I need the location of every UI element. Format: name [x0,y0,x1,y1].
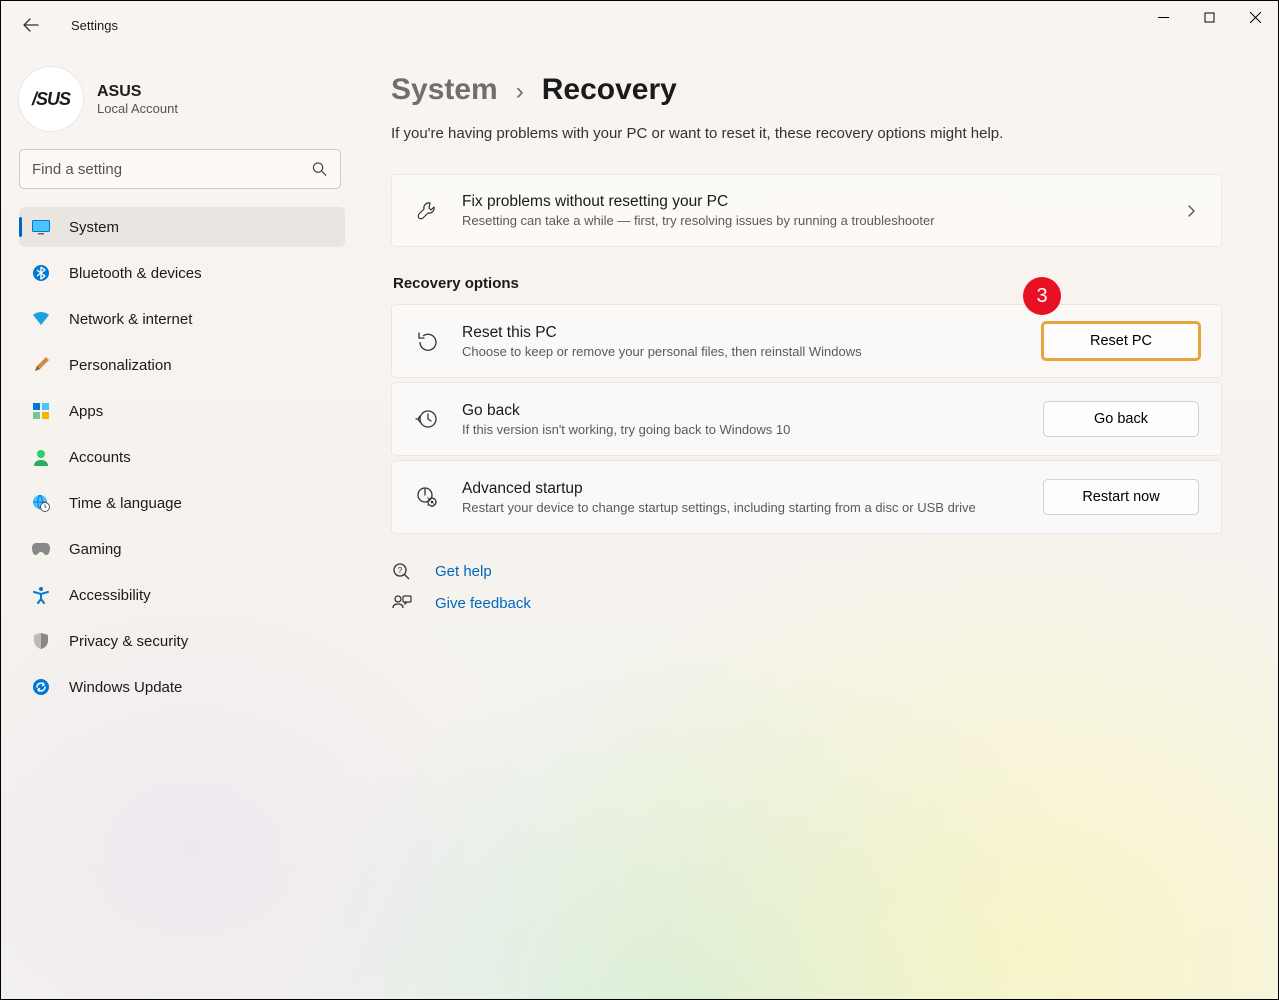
avatar-logo-text: /SUS [32,89,70,110]
sidebar-item-label: Personalization [69,357,172,374]
sidebar-item-privacy[interactable]: Privacy & security [19,621,345,661]
feedback-icon [391,594,413,612]
close-button[interactable] [1232,1,1278,33]
breadcrumb: System › Recovery [391,73,1222,107]
breadcrumb-root[interactable]: System [391,73,498,107]
sidebar-item-label: Gaming [69,541,122,558]
reset-pc-button[interactable]: Reset PC [1043,323,1199,359]
person-icon [31,447,51,467]
bluetooth-icon [31,263,51,283]
sidebar-item-label: Windows Update [69,679,182,696]
display-icon [31,217,51,237]
user-sub: Local Account [97,101,178,116]
fix-problems-card[interactable]: Fix problems without resetting your PC R… [391,174,1222,247]
minimize-button[interactable] [1140,1,1186,33]
card-sub: Choose to keep or remove your personal f… [462,344,1021,359]
sidebar-item-label: System [69,219,119,236]
sidebar-item-label: Accessibility [69,587,151,604]
sidebar-item-gaming[interactable]: Gaming [19,529,345,569]
card-title: Advanced startup [462,480,1021,498]
main-content: System › Recovery If you're having probl… [359,49,1278,999]
sidebar-item-accounts[interactable]: Accounts [19,437,345,477]
callout-badge: 3 [1023,277,1061,315]
get-help-link[interactable]: ? Get help [391,562,1222,580]
sidebar-item-label: Network & internet [69,311,192,328]
card-title: Reset this PC [462,324,1021,342]
avatar: /SUS [19,67,83,131]
apps-icon [31,401,51,421]
give-feedback-link[interactable]: Give feedback [391,594,1222,612]
sidebar-item-time[interactable]: Time & language [19,483,345,523]
svg-text:?: ? [398,566,403,575]
chevron-right-icon: › [516,78,524,106]
help-link-label: Get help [435,563,492,580]
maximize-icon [1204,12,1215,23]
update-icon [31,677,51,697]
reset-icon [414,330,440,352]
sidebar-item-apps[interactable]: Apps [19,391,345,431]
titlebar: Settings [1,1,1278,49]
app-title: Settings [71,18,118,33]
go-back-card: Go back If this version isn't working, t… [391,382,1222,456]
sidebar-item-system[interactable]: System [19,207,345,247]
wrench-icon [414,200,440,222]
help-link-label: Give feedback [435,595,531,612]
nav-list: System Bluetooth & devices Network & int… [19,207,345,707]
sidebar-item-accessibility[interactable]: Accessibility [19,575,345,615]
user-name: ASUS [97,83,178,101]
sidebar-item-label: Accounts [69,449,131,466]
sidebar-item-label: Bluetooth & devices [69,265,202,282]
go-back-button[interactable]: Go back [1043,401,1199,437]
card-title: Fix problems without resetting your PC [462,193,1161,211]
reset-pc-card: 3 Reset this PC Choose to keep or remove… [391,304,1222,378]
card-sub: Restart your device to change startup se… [462,500,982,515]
search-icon [312,162,327,177]
power-gear-icon [414,485,440,509]
card-sub: If this version isn't working, try going… [462,422,1021,437]
page-title: Recovery [542,73,677,107]
arrow-left-icon [23,17,39,33]
shield-icon [31,631,51,651]
accessibility-icon [31,585,51,605]
section-title: Recovery options [393,275,1222,292]
wifi-icon [31,309,51,329]
maximize-button[interactable] [1186,1,1232,33]
help-links: ? Get help Give feedback [391,562,1222,612]
sidebar-item-label: Privacy & security [69,633,188,650]
sidebar-item-label: Apps [69,403,103,420]
sidebar-item-network[interactable]: Network & internet [19,299,345,339]
card-title: Go back [462,402,1021,420]
gamepad-icon [31,539,51,559]
chevron-right-icon [1183,204,1199,218]
close-icon [1250,12,1261,23]
sidebar-item-update[interactable]: Windows Update [19,667,345,707]
back-button[interactable] [11,5,51,45]
minimize-icon [1158,12,1169,23]
advanced-startup-card: Advanced startup Restart your device to … [391,460,1222,534]
help-icon: ? [391,562,413,580]
restart-now-button[interactable]: Restart now [1043,479,1199,515]
sidebar-item-bluetooth[interactable]: Bluetooth & devices [19,253,345,293]
card-sub: Resetting can take a while — first, try … [462,213,1161,228]
user-card[interactable]: /SUS ASUS Local Account [19,67,345,131]
globe-clock-icon [31,493,51,513]
sidebar-item-label: Time & language [69,495,182,512]
paintbrush-icon [31,355,51,375]
page-subtitle: If you're having problems with your PC o… [391,125,1222,142]
window-controls [1140,1,1278,33]
search-input[interactable] [19,149,341,189]
callout-number: 3 [1036,285,1047,308]
search-field[interactable] [19,149,341,189]
sidebar: /SUS ASUS Local Account System Bluetooth… [1,49,359,999]
sidebar-item-personalization[interactable]: Personalization [19,345,345,385]
history-icon [414,408,440,430]
